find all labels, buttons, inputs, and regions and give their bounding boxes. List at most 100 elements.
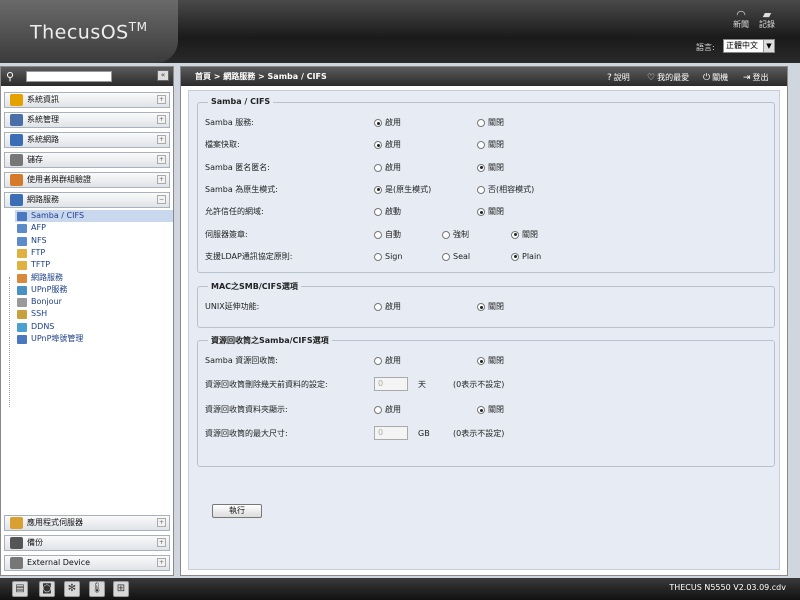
radio-label: 關閉 <box>522 229 538 239</box>
language-select[interactable]: 正體中文 ▼ <box>723 39 775 53</box>
sidebar-item-4[interactable]: 使用者與群組驗證 + <box>4 172 170 188</box>
sidebar-item-label: 使用者與群組驗證 <box>27 175 91 184</box>
expand-icon[interactable]: + <box>157 538 166 547</box>
radio-option[interactable]: 是(原生模式) <box>374 183 431 197</box>
sidebar-item-5[interactable]: 網路服務 − <box>4 192 170 208</box>
expand-icon[interactable]: + <box>157 155 166 164</box>
radio-icon <box>442 252 450 261</box>
sidebar-item-1[interactable]: 系統管理 + <box>4 112 170 128</box>
sidebar-subitem-9[interactable]: DDNS <box>15 321 173 333</box>
shutdown-link[interactable]: ⏻ 關機 <box>703 72 728 83</box>
sidebar-bottom-item-2[interactable]: External Device + <box>4 555 170 571</box>
expand-icon[interactable]: + <box>157 518 166 527</box>
size-note: (0表示不設定) <box>453 429 505 438</box>
recycle-bin-row: Samba 資源回收筒: 啟用 關閉 <box>198 354 776 368</box>
radio-option[interactable]: Sign <box>374 250 402 264</box>
favorites-link[interactable]: ♡ 我的最愛 <box>647 72 689 83</box>
days-unit: 天 <box>418 380 426 389</box>
expand-icon[interactable]: + <box>157 558 166 567</box>
collapse-icon[interactable]: − <box>157 195 166 204</box>
sidebar-item-label: 網路服務 <box>27 195 59 204</box>
network-status-icon[interactable]: ⊞ <box>113 581 129 597</box>
radio-label: 關閉 <box>488 302 504 311</box>
sidebar-subitem-3[interactable]: FTP <box>15 247 173 259</box>
log-button[interactable]: ▰ 記錄 <box>755 8 779 30</box>
radio-icon <box>477 163 485 172</box>
temperature-icon[interactable]: 🌡 <box>89 581 105 597</box>
speech-bubble-icon: ▰ <box>762 8 772 21</box>
sidebar-bottom-item-0[interactable]: 應用程式伺服器 + <box>4 515 170 531</box>
help-link[interactable]: ? 說明 <box>607 72 630 83</box>
radio-option[interactable]: 關閉 <box>477 205 504 219</box>
radio-option[interactable]: 關閉 <box>477 161 504 175</box>
sidebar-item-0[interactable]: 系統資訊 + <box>4 92 170 108</box>
expand-icon[interactable]: + <box>157 115 166 124</box>
radio-option[interactable]: 啟動 <box>374 205 401 219</box>
tftp-icon <box>17 261 27 271</box>
app-server-icon <box>10 517 23 529</box>
radio-option[interactable]: 關閉 <box>477 300 504 314</box>
radio-recycle-bin-disable[interactable]: 關閉 <box>477 354 504 368</box>
sidebar-subitem-5[interactable]: 網路服務 <box>15 272 173 284</box>
sidebar-subitem-2[interactable]: NFS <box>15 235 173 247</box>
disk-icon[interactable]: ◙ <box>39 581 55 597</box>
sidebar-subitem-8[interactable]: SSH <box>15 308 173 320</box>
sidebar-item-3[interactable]: 儲存 + <box>4 152 170 168</box>
radio-option[interactable]: 啟用 <box>374 116 401 130</box>
expand-icon[interactable]: + <box>157 135 166 144</box>
sidebar-item-2[interactable]: 系統網路 + <box>4 132 170 148</box>
execute-button[interactable]: 執行 <box>212 504 262 518</box>
radio-option[interactable]: 強制 <box>442 228 469 242</box>
chevron-down-icon: ▼ <box>763 40 774 52</box>
sidebar-subitem-label: FTP <box>31 247 46 257</box>
radio-label: 強制 <box>453 229 469 239</box>
radio-option[interactable]: 關閉 <box>477 116 504 130</box>
sidebar-subitem-1[interactable]: AFP <box>15 222 173 234</box>
radio-recycle-folder-disable[interactable]: 關閉 <box>477 403 504 417</box>
size-unit: GB <box>418 429 430 438</box>
sidebar-subitem-6[interactable]: UPnP服務 <box>15 284 173 296</box>
days-note: (0表示不設定) <box>453 380 505 389</box>
radio-label: 啟用 <box>385 302 401 311</box>
radio-option[interactable]: 啟用 <box>374 138 401 152</box>
search-icon: ⚲ <box>6 70 15 83</box>
recycle-legend: 資源回收筒之Samba/CIFS選項 <box>208 335 332 346</box>
search-input[interactable] <box>26 71 112 82</box>
expand-icon[interactable]: + <box>157 175 166 184</box>
radio-option[interactable]: 否(相容模式) <box>477 183 534 197</box>
logout-link[interactable]: ⇥ 登出 <box>743 72 769 83</box>
sidebar-subitem-4[interactable]: TFTP <box>15 259 173 271</box>
bonjour-icon <box>17 298 27 308</box>
radio-option[interactable]: Seal <box>442 250 470 264</box>
external-device-icon <box>10 557 23 569</box>
sidebar-subitem-10[interactable]: UPnP埠號管理 <box>15 333 173 345</box>
sidebar-subitem-7[interactable]: Bonjour <box>15 296 173 308</box>
radio-recycle-folder-enable[interactable]: 啟用 <box>374 403 401 417</box>
recycle-folder-row: 資源回收筒資料夾顯示: 啟用 關閉 <box>198 403 776 417</box>
settings-form: Samba / CIFS Samba 服務: 啟用 關閉 檔案快取: 啟用 關閉 Samba… <box>188 90 780 570</box>
sidebar-bottom-item-1[interactable]: 備份 + <box>4 535 170 551</box>
radio-option[interactable]: Plain <box>511 250 541 264</box>
mac-legend: MAC之SMB/CIFS選項 <box>208 281 301 292</box>
setting-label: Samba 服務: <box>205 118 254 127</box>
breadcrumb[interactable]: 首頁 > 網路服務 > Samba / CIFS <box>195 71 327 82</box>
recycle-days-input[interactable]: 0 <box>374 377 408 391</box>
radio-recycle-bin-enable[interactable]: 啟用 <box>374 354 401 368</box>
radio-label: 自動 <box>385 229 401 239</box>
system-monitor-icon[interactable]: ▤ <box>12 581 28 597</box>
radio-option[interactable]: 關閉 <box>477 138 504 152</box>
recycle-size-input[interactable]: 0 <box>374 426 408 440</box>
radio-option[interactable]: 啟用 <box>374 161 401 175</box>
logo: ThecusOSTM <box>30 20 148 44</box>
help-icon: ? <box>607 73 612 83</box>
radio-option[interactable]: 啟用 <box>374 300 401 314</box>
sidebar-subitem-0[interactable]: Samba / CIFS <box>15 210 173 222</box>
news-button[interactable]: ◠ 新聞 <box>729 9 753 30</box>
storage-icon <box>10 154 23 166</box>
radio-option[interactable]: 自動 <box>374 228 401 242</box>
fan-icon[interactable]: ✻ <box>64 581 80 597</box>
expand-icon[interactable]: + <box>157 95 166 104</box>
recycle-size-row: 資源回收筒的最大尺寸: 0 GB (0表示不設定) <box>198 426 776 441</box>
radio-option[interactable]: 關閉 <box>511 228 538 242</box>
collapse-sidebar-button[interactable]: « <box>157 70 169 81</box>
